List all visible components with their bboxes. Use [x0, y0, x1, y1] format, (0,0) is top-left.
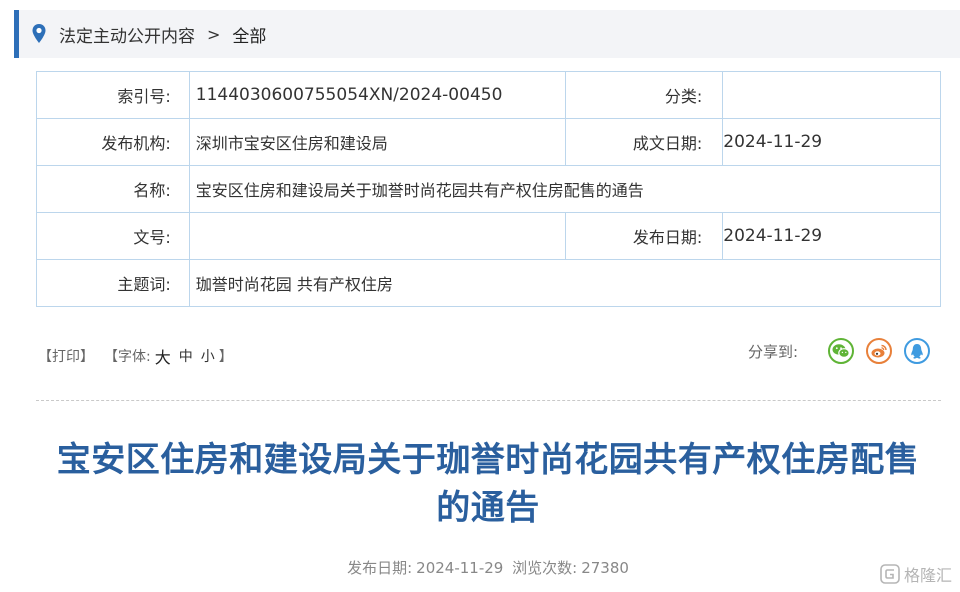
meta-views-label: 浏览次数: — [512, 559, 578, 577]
breadcrumb-section-link[interactable]: 法定主动公开内容 — [59, 22, 195, 47]
index-label: 索引号: — [36, 71, 190, 119]
font-size-suffix: 】 — [218, 349, 233, 365]
publish-date-value: 2024-11-29 — [722, 212, 941, 260]
written-date-label: 成文日期: — [564, 118, 724, 166]
publisher-label: 发布机构: — [36, 118, 190, 166]
document-info-table: 索引号: 1144030600755054XN/2024-00450 分类: 发… — [36, 71, 942, 307]
share-weibo-button[interactable] — [866, 338, 892, 364]
table-row: 文号: 发布日期: 2024-11-29 — [36, 212, 941, 260]
keywords-label: 主题词: — [36, 259, 190, 307]
article-meta: 发布日期: 2024-11-29 浏览次数: 27380 — [0, 557, 960, 578]
doc-no-label: 文号: — [36, 212, 190, 260]
doc-no-value — [188, 212, 566, 260]
weibo-icon — [871, 344, 887, 358]
share-label: 分享到: — [747, 342, 798, 361]
table-row: 索引号: 1144030600755054XN/2024-00450 分类: — [36, 71, 941, 119]
wechat-icon — [832, 344, 850, 358]
font-large-button[interactable]: 大 — [155, 344, 171, 368]
share-wechat-button[interactable] — [828, 338, 854, 364]
breadcrumb-separator: > — [207, 24, 221, 44]
divider — [36, 400, 941, 401]
print-button[interactable]: 【打印】 — [38, 346, 94, 366]
name-label: 名称: — [36, 165, 190, 213]
share-qq-button[interactable] — [904, 338, 930, 364]
table-row: 名称: 宝安区住房和建设局关于珈誉时尚花园共有产权住房配售的通告 — [36, 165, 942, 213]
watermark: 格隆汇 — [880, 562, 952, 586]
font-small-button[interactable]: 小 — [201, 346, 215, 366]
table-row: 发布机构: 深圳市宝安区住房和建设局 成文日期: 2024-11-29 — [36, 118, 941, 166]
article-title: 宝安区住房和建设局关于珈誉时尚花园共有产权住房配售 的通告 — [20, 436, 956, 532]
index-value: 1144030600755054XN/2024-00450 — [188, 71, 566, 119]
publisher-value: 深圳市宝安区住房和建设局 — [188, 118, 566, 166]
share-bar: 分享到: — [748, 338, 930, 364]
location-pin-icon — [32, 24, 46, 43]
meta-views-count: 27380 — [581, 559, 629, 577]
category-label: 分类: — [564, 71, 724, 119]
publish-date-label: 发布日期: — [564, 212, 724, 260]
keywords-value: 珈誉时尚花园 共有产权住房 — [188, 259, 942, 307]
name-value: 宝安区住房和建设局关于珈誉时尚花园共有产权住房配售的通告 — [188, 165, 942, 213]
article-title-line-1: 宝安区住房和建设局关于珈誉时尚花园共有产权住房配售 — [56, 440, 920, 480]
font-medium-button[interactable]: 中 — [179, 346, 193, 366]
breadcrumb: 法定主动公开内容 > 全部 — [14, 10, 960, 58]
table-row: 主题词: 珈誉时尚花园 共有产权住房 — [36, 259, 942, 307]
meta-publish-date: 2024-11-29 — [416, 559, 504, 577]
qq-icon — [911, 343, 923, 359]
page: 法定主动公开内容 > 全部 索引号: 1144030600755054XN/20… — [0, 0, 960, 592]
article-title-line-2: 的通告 — [436, 488, 540, 528]
written-date-value: 2024-11-29 — [722, 118, 941, 166]
category-value — [722, 71, 941, 119]
watermark-text: 格隆汇 — [903, 566, 952, 585]
font-size-prefix: 【字体: — [104, 349, 151, 365]
meta-publish-date-label: 发布日期: — [347, 559, 413, 577]
gelonghui-logo-icon — [880, 564, 900, 584]
breadcrumb-current[interactable]: 全部 — [232, 22, 266, 47]
article-tools: 【打印】 【字体: 大 中 小 】 — [38, 344, 233, 368]
